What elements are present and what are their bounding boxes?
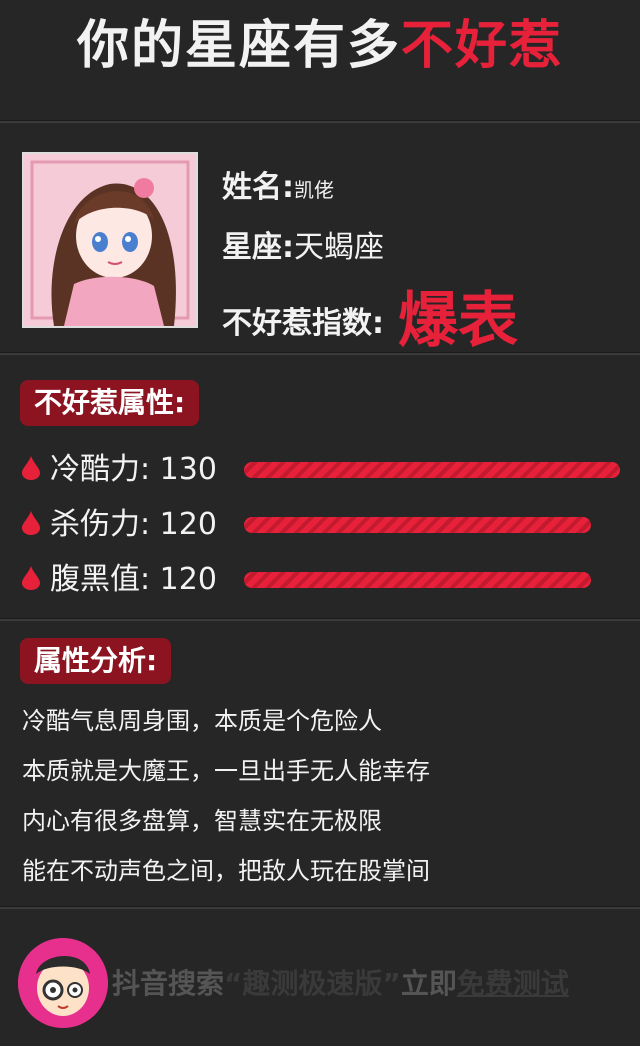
attribute-label: 腹黑值: 120 [50,562,217,597]
footer-prefix: 抖音搜索 [112,967,225,1000]
attribute-bar [244,462,620,478]
title-highlight: 不好惹 [401,16,564,76]
divider [0,618,640,621]
attribute-bar [244,517,620,533]
name-value: 凯佬 [294,178,334,202]
analysis-line: 本质就是大魔王，一旦出手无人能幸存 [22,757,430,785]
free-test-link[interactable]: 免费测试 [457,967,569,1000]
sign-row: 星座:天蝎座 [222,222,384,266]
blood-drop-icon [22,456,40,480]
name-row: 姓名:凯佬 [222,162,334,206]
attribute-label: 冷酷力: 130 [50,452,217,487]
attribute-bar [244,572,620,588]
name-label: 姓名: [222,170,294,205]
analysis-line: 冷酷气息周身围，本质是个危险人 [22,707,382,735]
index-row: 不好惹指数: 爆表 [222,272,518,359]
divider [0,906,640,909]
index-label: 不好惹指数: [222,306,384,341]
blood-drop-icon [22,511,40,535]
divider [0,352,640,355]
attribute-bar-fill [244,572,592,588]
avatar [22,152,198,328]
divider [0,120,640,123]
attribute-bar-fill [244,462,620,478]
analysis-line: 能在不动声色之间，把敌人玩在股掌间 [22,857,430,885]
analysis-heading: 属性分析: [20,638,172,684]
footer-middle: 立即 [400,967,457,1000]
app-logo-icon[interactable] [18,938,108,1028]
attribute-bar-fill [244,517,592,533]
attribute-row: 冷酷力: 130 [20,450,630,490]
title-main: 你的星座有多 [76,16,401,76]
blood-drop-icon [22,566,40,590]
attribute-row: 腹黑值: 120 [20,560,630,600]
attribute-row: 杀伤力: 120 [20,505,630,545]
cartoon-detective-icon [18,938,108,1028]
index-value: 爆表 [398,286,518,356]
sign-label: 星座: [222,230,294,265]
analysis-line: 内心有很多盘算，智慧实在无极限 [22,807,382,835]
footer-promo[interactable]: 抖音搜索“趣测极速版”立即免费测试 [112,962,569,1002]
sign-value: 天蝎座 [294,230,384,265]
footer-app-name: “趣测极速版” [224,967,401,1000]
attributes-heading: 不好惹属性: [20,380,200,426]
attribute-label: 杀伤力: 120 [50,507,217,542]
anime-girl-avatar-image [24,154,196,326]
page-title: 你的星座有多不好惹 [0,14,640,78]
